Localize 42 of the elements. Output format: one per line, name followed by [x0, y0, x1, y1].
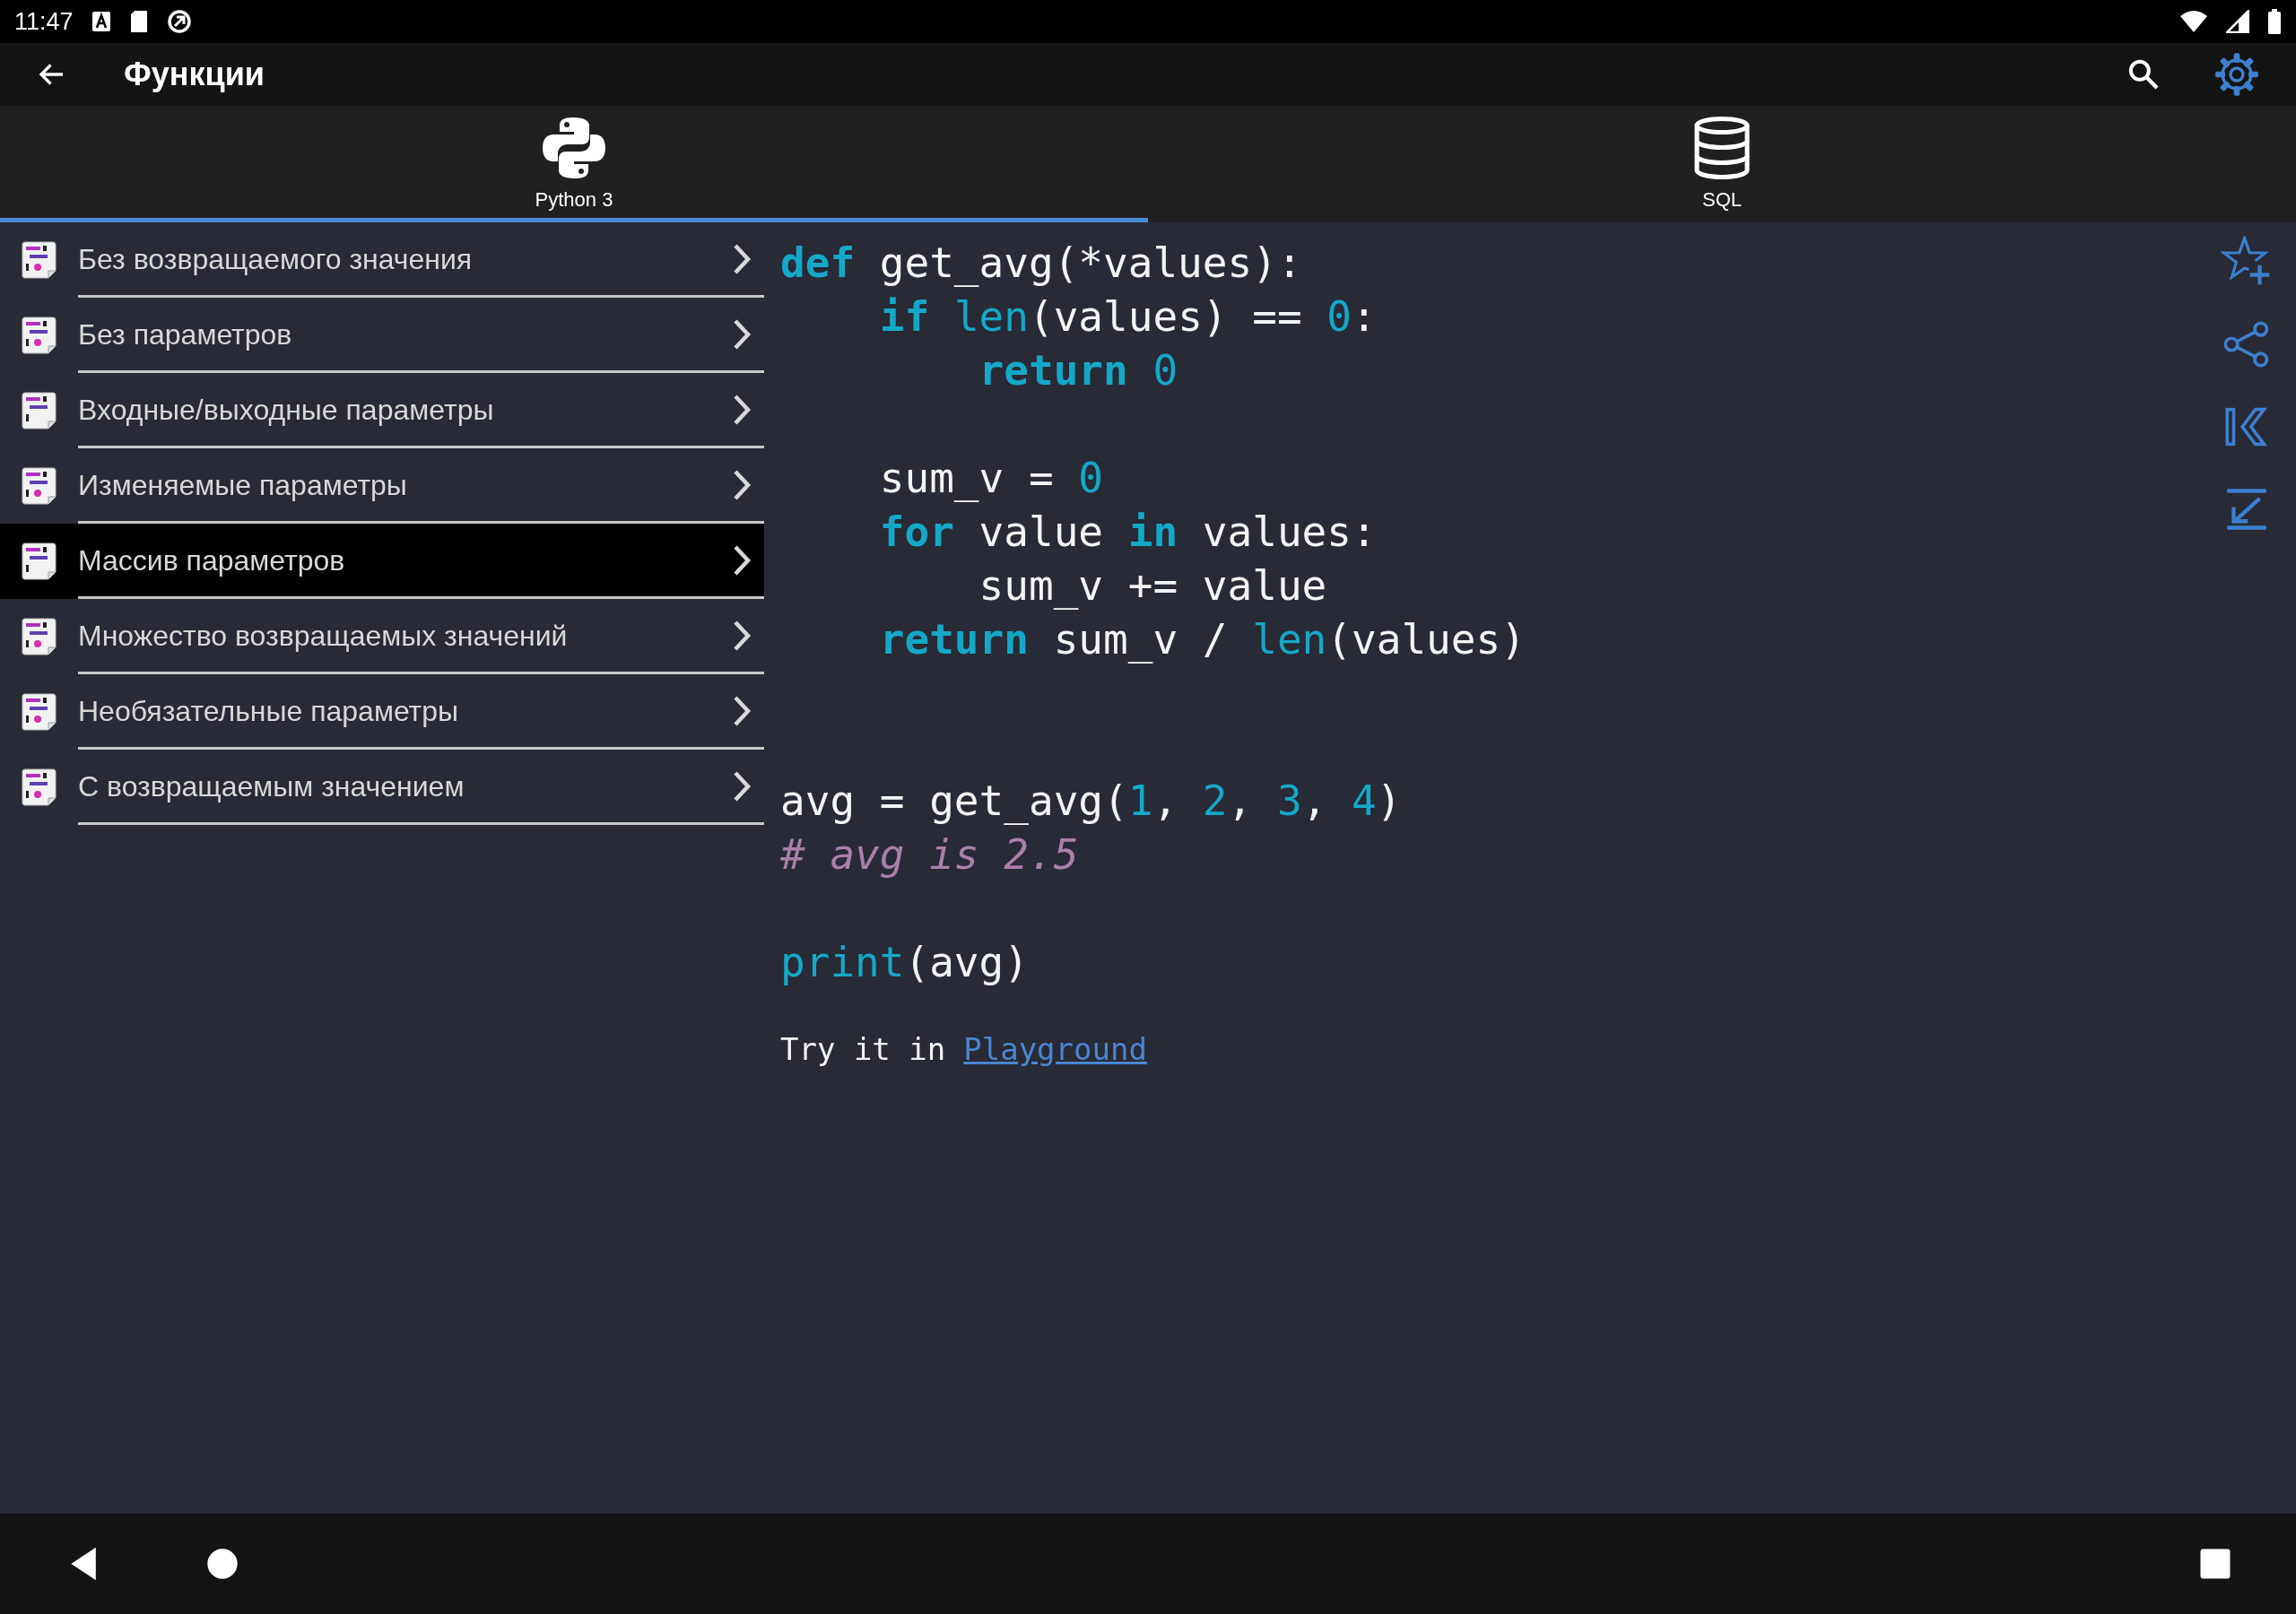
code-line: return sum_v / len(values) — [878, 614, 1526, 665]
code-line: # avg is 2.5 — [780, 829, 1080, 881]
keyboard-notification-icon — [91, 11, 111, 32]
topic-label: Без возвращаемого значения — [78, 241, 474, 277]
topic-label: С возвращаемым значением — [78, 768, 465, 804]
topic-label: Изменяемые параметры — [78, 467, 408, 503]
tab[interactable]: SQL — [1148, 106, 2296, 222]
python-logo-icon — [542, 117, 606, 179]
topic-label: Массив параметров — [78, 542, 346, 578]
recents-nav-button[interactable] — [2199, 1548, 2231, 1580]
topic-row[interactable]: С возвращаемым значением — [0, 750, 764, 825]
settings-button[interactable] — [2213, 51, 2260, 98]
topic-row[interactable]: Без параметров — [0, 298, 764, 373]
sd-card-icon — [128, 10, 149, 33]
battery-icon — [2267, 9, 2282, 34]
code-line: return 0 — [978, 345, 1179, 396]
code-line: if len(values) == 0: — [878, 291, 1378, 343]
database-icon — [1693, 117, 1751, 179]
screen-title: Функции — [124, 55, 265, 94]
topic-label: Без параметров — [78, 317, 293, 352]
data-saver-icon — [166, 9, 192, 34]
topic-label: Входные/выходные параметры — [78, 392, 495, 428]
topic-row[interactable]: Входные/выходные параметры — [0, 373, 764, 448]
topic-row[interactable]: Множество возвращаемых значений — [0, 599, 764, 674]
try-it-text: Try it in — [780, 1030, 946, 1069]
playground-link[interactable]: Playground — [963, 1027, 1147, 1072]
home-nav-button[interactable] — [204, 1546, 240, 1582]
topic-row[interactable]: Необязательные параметры — [0, 674, 764, 750]
code-line: for value in values: — [878, 507, 1378, 558]
topic-row[interactable]: Массив параметров — [0, 524, 764, 599]
code-line: avg = get_avg(1, 2, 3, 4) — [780, 776, 1403, 827]
code-line: sum_v = 0 — [878, 453, 1105, 504]
topic-row[interactable]: Без возвращаемого значения — [0, 222, 764, 298]
code-line: def get_avg(*values): — [780, 238, 1303, 289]
topic-label: Множество возвращаемых значений — [78, 618, 569, 654]
cell-signal-icon — [2226, 10, 2249, 33]
topic-label: Необязательные параметры — [78, 693, 460, 729]
status-time: 11:47 — [14, 6, 74, 37]
wifi-icon — [2179, 10, 2208, 33]
code-line: print(avg) — [780, 937, 1030, 988]
code-line: sum_v += value — [978, 560, 1328, 612]
tab[interactable]: Python 3 — [0, 106, 1148, 222]
